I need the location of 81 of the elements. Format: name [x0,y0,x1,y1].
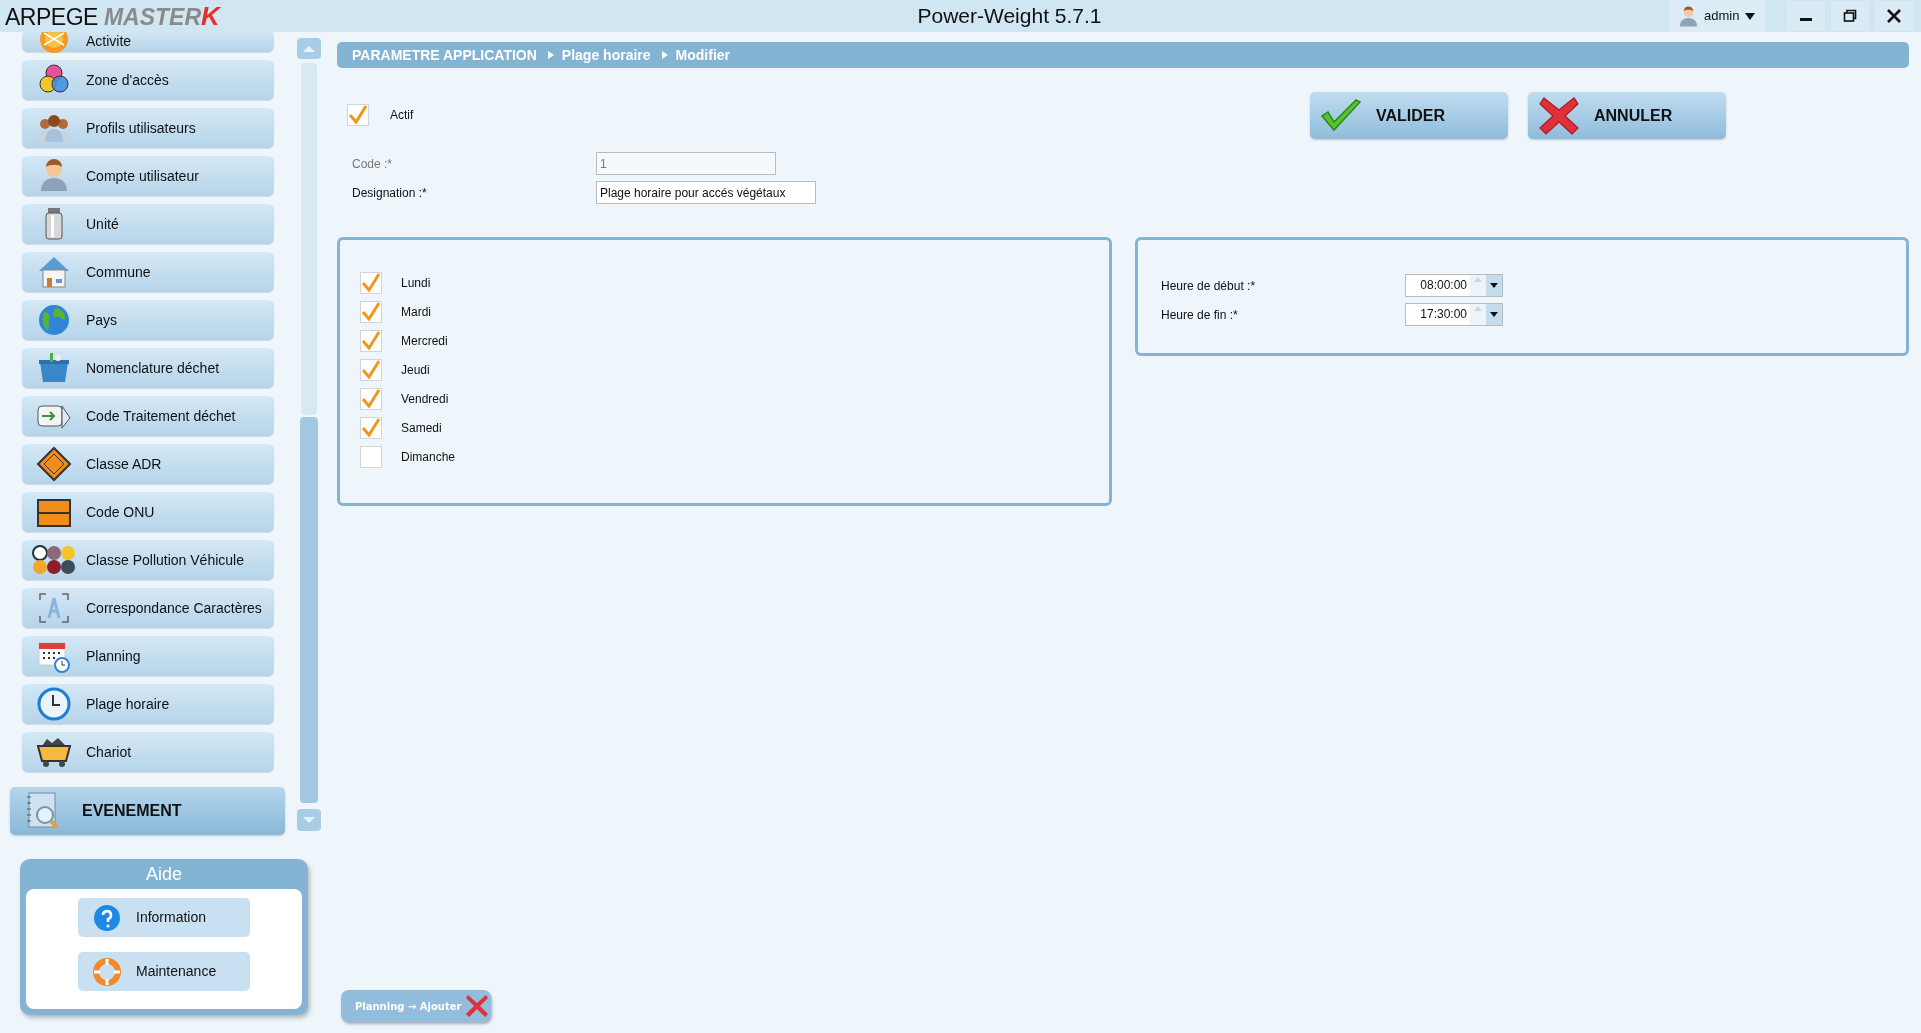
input-field[interactable]: Plage horaire pour accés végétaux [596,181,816,204]
caret-icon [1745,12,1755,20]
sidebar-item[interactable]: Plage horaire [22,684,274,724]
clock-icon [36,686,72,722]
sidebar-item[interactable]: Code Traitement déchet [22,396,274,436]
text-frame-icon [36,590,72,626]
sidebar-item[interactable]: Classe ADR [22,444,274,484]
cross-icon [1538,95,1580,136]
checkbox[interactable] [360,388,382,410]
minimize-icon [1800,18,1812,21]
checkbox-label: Samedi [401,420,442,437]
checkbox-label: Vendredi [401,391,449,408]
help-button[interactable]: Information [78,898,250,937]
checkbox-label: Dimanche [401,449,456,466]
checkbox-label: Mardi [401,304,431,321]
time-field[interactable]: 08:00:00 [1405,274,1503,297]
checkbox-label: Mercredi [401,333,448,350]
arrow-icon [661,51,668,59]
field-label: Heure de début :* [1161,277,1257,295]
up-arrow-icon [1474,277,1482,282]
sidebar-item[interactable]: Commune [22,252,274,292]
sidebar-item[interactable]: Pays [22,300,274,340]
dropdown-button[interactable] [1486,304,1502,325]
logo-text: K [201,3,220,29]
scrollbar-thumb[interactable] [300,417,318,803]
up-arrow-icon [302,44,316,53]
time-field[interactable]: 17:30:00 [1405,303,1503,326]
checkbox[interactable] [360,359,382,381]
restore-button[interactable] [1831,1,1869,31]
help-title: Aide [146,862,182,886]
down-arrow-icon [302,816,316,824]
checkbox-label: Jeudi [401,362,430,379]
logo-text: ARPEGE [5,6,98,29]
checkbox[interactable] [360,446,382,468]
checkbox[interactable] [360,272,382,294]
logo-text: MASTER [103,6,201,29]
sidebar-item[interactable]: Zone d'accès [22,60,274,100]
confirm-button[interactable]: VALIDER [1310,92,1508,139]
sidebar-item[interactable]: Unité [22,204,274,244]
help-icon [93,903,121,932]
checkbox[interactable] [347,104,369,126]
restore-icon [1843,9,1857,23]
user-menu[interactable]: admin [1669,0,1765,32]
dropdown-button[interactable] [1486,275,1502,296]
caret-icon [1490,283,1498,288]
sidebar-item[interactable]: Compte utilisateur [22,156,274,196]
sidebar-item[interactable]: Chariot [22,732,274,772]
checkbox-label: Actif [390,107,414,124]
sidebar-item[interactable]: Code ONU [22,492,274,532]
checkbox-label: Lundi [401,275,431,292]
breadcrumb-item: Modifier [675,45,730,65]
sidebar-item[interactable]: Nomenclature déchet [22,348,274,388]
checkbox[interactable] [360,417,382,439]
up-arrow-icon [1474,306,1482,311]
check-icon [1320,97,1362,134]
arrow-icon [547,51,554,59]
window-title: Power-Weight 5.7.1 [917,3,1102,30]
sidebar-item[interactable]: Correspondance Caractères [22,588,274,628]
close-button[interactable] [1875,1,1913,31]
sidebar-item[interactable]: Planning [22,636,274,676]
scroll-down-button[interactable] [297,809,321,831]
globe-icon [36,302,72,338]
minimize-button[interactable] [1787,1,1825,31]
sidebar-item[interactable]: Classe Pollution Véhicule [22,540,274,580]
field-label: Code :* [352,155,394,173]
scroll-up-button[interactable] [297,38,321,59]
cancel-button[interactable]: ANNULER [1528,92,1726,139]
close-icon [1886,8,1902,24]
sidebar-item[interactable]: Activite [22,32,274,52]
hazard-diamond-icon [36,446,72,482]
caret-icon [1490,312,1498,317]
sidebar-item[interactable]: Profils utilisateurs [22,108,274,148]
checkbox[interactable] [360,330,382,352]
section-button[interactable]: EVENEMENT [10,787,285,835]
help-button[interactable]: Maintenance [78,952,250,991]
close-icon [465,994,490,1018]
field-label: Heure de fin :* [1161,306,1239,324]
checkbox[interactable] [360,301,382,323]
lifebuoy-icon [92,956,122,987]
user-icon [1679,5,1699,27]
field-label: Designation :* [352,184,428,202]
